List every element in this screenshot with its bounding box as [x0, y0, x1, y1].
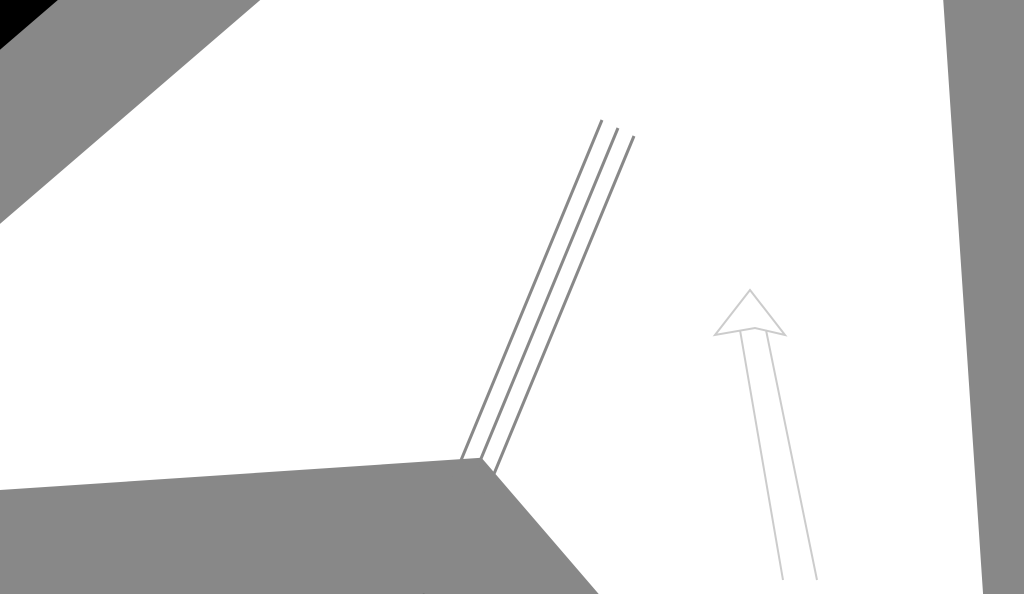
link-sharing-icon [690, 96, 718, 124]
app-bar: ← [374, 64, 664, 96]
alarm-icon: ⏰ [288, 50, 299, 60]
tutorial-frame: 10:48 ⏰ 4G LTE 📶 91% ▮ ☰ IMG2PDF [75, 42, 950, 540]
status-time: 10:48 [85, 50, 110, 61]
app-icon [820, 251, 854, 285]
signal-icon: 📶 [621, 50, 632, 60]
dialog-title: ENTER PDF DETAILS [104, 149, 349, 159]
app-icon [820, 200, 854, 234]
app-bar: ☰ IMG2PDF [79, 64, 374, 96]
file-date: Mon 1 6 10:48:17 [420, 142, 474, 150]
app-label: WhatsApp [757, 237, 789, 245]
app-icon: CS [756, 309, 790, 343]
pdf-file-icon [390, 126, 412, 152]
greyscale-checkbox[interactable] [204, 271, 218, 285]
app-label: Messages [885, 237, 917, 245]
share-app-grid: ✆ WhatsApp ✆ WhatsApp Save to Drive 💬 Messages… [664, 196, 946, 350]
app-icon: ⇄ [756, 251, 790, 285]
signal-icon: 📶 [331, 50, 342, 60]
app-icon: ✆ [692, 200, 726, 234]
password-protection-label: Password Protection [104, 213, 204, 223]
copy-icon[interactable] [348, 70, 364, 90]
pdf-password-input[interactable] [204, 239, 284, 257]
app-icon: 🖼 [820, 309, 854, 343]
card-subtitle: Share large files, up to 2 GB per day, u… [728, 113, 899, 121]
radio-circle-icon [204, 321, 216, 333]
app-label: WhatsApp [693, 237, 725, 245]
app-label: Save to Drive [817, 237, 857, 245]
compression-option-low[interactable]: Low [204, 321, 289, 333]
share-app-save-to-drive[interactable]: Save to Drive [806, 200, 868, 245]
share-app-blurred [870, 251, 932, 303]
back-arrow-icon[interactable]: ← [384, 70, 400, 90]
share-app-whatsapp[interactable]: ✆ WhatsApp [742, 200, 804, 245]
screen-2: 10:48 ⏰ 4G LTE 📶 91% ▮ ← PDF File Path: … [374, 46, 664, 536]
app-icon: 💬 [884, 200, 918, 234]
share-via-title: share via. [692, 57, 747, 72]
battery-icon: ▮ [653, 50, 658, 60]
menu-icon[interactable]: ☰ [89, 73, 101, 88]
ok-button[interactable]: OK [330, 383, 345, 396]
app-icon: ✆ [756, 200, 790, 234]
screen-3: ‹ share via. Share large files Share lar… [664, 46, 946, 536]
app-icon: ✱ [692, 309, 726, 343]
pdf-password-label: PDF Password [104, 243, 204, 253]
eye-icon[interactable] [290, 239, 312, 256]
cancel-button[interactable]: CANCEL [269, 383, 311, 396]
password-protection-checkbox[interactable]: ✓ [204, 211, 218, 225]
share-app-whatsapp[interactable]: ✆ WhatsApp [678, 200, 740, 245]
file-name: KVK.pdf [420, 129, 624, 142]
screen-1: 10:48 ⏰ 4G LTE 📶 91% ▮ ☰ IMG2PDF [79, 46, 374, 536]
alarm-icon: ⏰ [578, 50, 589, 60]
share-app-messages[interactable]: 💬 Messages [870, 200, 932, 245]
link-sharing-card[interactable]: Share large files Share large files, up … [678, 86, 932, 134]
compression-label: Image Compression [104, 301, 204, 335]
pdf-icon[interactable] [322, 70, 336, 90]
share-app-blurred: 🖼 [806, 309, 868, 346]
app-icon [884, 251, 918, 285]
back-arrow-icon[interactable]: ‹ [678, 56, 682, 72]
share-app-share-to-pc[interactable]: ⇄ Share to PC [742, 251, 804, 303]
card-title: Share large files [728, 100, 899, 113]
recent-contacts-row [664, 138, 946, 196]
battery-icon: ▮ [363, 50, 368, 60]
app-icon [884, 309, 918, 343]
share-app-blurred [870, 309, 932, 346]
file-size: 0.01 MB [494, 142, 520, 150]
radio-circle-icon [204, 305, 216, 317]
filename-input[interactable] [204, 179, 284, 196]
app-title: IMG2PDF [113, 73, 168, 88]
app-icon: ⇄ [692, 251, 726, 285]
fab-add-button[interactable]: + [322, 494, 358, 530]
greyscale-label: Apply Greyscale [104, 273, 204, 283]
pdf-path-label: PDF File Path: /storage/emulated/0/DLMIm… [380, 104, 658, 120]
status-bar: 10:48 ⏰ 4G LTE 📶 91% ▮ [79, 46, 374, 64]
app-label: Share to PC [755, 288, 792, 296]
radio-circle-icon [204, 337, 216, 349]
file-row[interactable]: KVK.pdf Mon 1 6 10:48:17 0.01 MB [380, 120, 658, 158]
share-icon[interactable] [632, 129, 648, 149]
filename-label: Enter PDF FileName: [104, 183, 204, 193]
status-bar: 10:48 ⏰ 4G LTE 📶 91% ▮ [374, 46, 664, 64]
compression-option-medium[interactable]: Medium [204, 337, 289, 349]
share-app-blurred: CS [742, 309, 804, 346]
radio-circle-icon [204, 353, 216, 365]
share-app-share-to-mobile-device[interactable]: ⇄ Share to mobile device [678, 251, 740, 303]
compression-option-no-compression[interactable]: No Compression [204, 305, 289, 317]
shield-icon[interactable] [294, 70, 310, 90]
compression-radio-group: No Compression Low Medium High [204, 301, 289, 369]
pdf-details-dialog: ENTER PDF DETAILS Enter PDF FileName: Pa… [87, 136, 366, 516]
share-app-jiocall[interactable]: JioCall [806, 251, 868, 303]
app-label: Share to mobile device [684, 288, 734, 303]
compression-option-high[interactable]: High [204, 353, 289, 365]
share-app-blurred: ✱ [678, 309, 740, 346]
app-label: JioCall [826, 288, 847, 296]
